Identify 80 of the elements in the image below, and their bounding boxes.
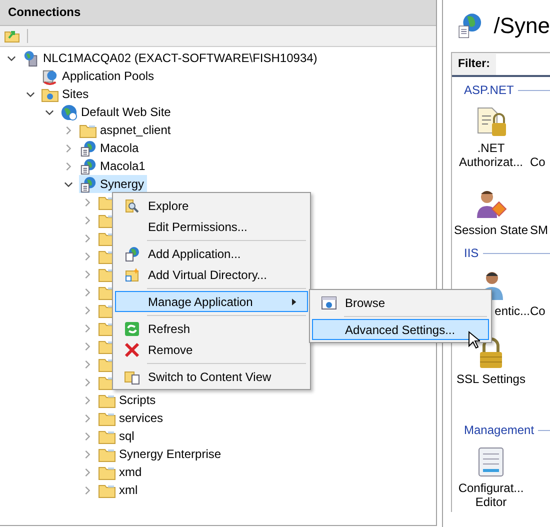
menu-item[interactable]: Browse <box>312 292 489 313</box>
mouse-pointer-icon <box>468 331 480 349</box>
panel-title: Connections <box>0 0 436 26</box>
expand-chevron-icon[interactable] <box>82 396 92 404</box>
feature-label[interactable]: entic... <box>494 301 530 321</box>
feature-label[interactable]: .NET Authorizat... <box>458 138 524 172</box>
folder-star-icon <box>124 266 140 282</box>
expand-chevron-icon[interactable] <box>82 414 92 422</box>
tree-item[interactable]: Sites <box>41 85 92 103</box>
expand-chevron-icon[interactable] <box>82 432 92 440</box>
expand-chevron-icon[interactable] <box>64 126 72 134</box>
expand-chevron-icon[interactable] <box>82 234 92 242</box>
app-pools-icon <box>41 68 59 84</box>
feature-label[interactable]: Co <box>530 301 546 321</box>
web-app-icon <box>124 246 140 262</box>
tree-item[interactable]: xml <box>98 481 141 499</box>
tree-item[interactable]: services <box>98 409 166 427</box>
menu-item[interactable]: Remove <box>115 339 308 360</box>
person-diamond-icon <box>475 188 507 220</box>
feature-label[interactable]: Co <box>530 152 546 172</box>
expand-chevron-icon[interactable] <box>82 216 92 224</box>
feature-label[interactable]: SSL Settings <box>456 369 526 389</box>
filter-field[interactable] <box>496 54 550 74</box>
expand-chevron-icon[interactable] <box>82 342 92 350</box>
expand-chevron-icon[interactable] <box>82 360 92 368</box>
group-heading: Management <box>464 423 534 437</box>
expand-chevron-icon[interactable] <box>82 324 92 332</box>
tree-item[interactable]: xmd <box>98 463 145 481</box>
expand-chevron-icon[interactable] <box>82 270 92 278</box>
web-app-icon <box>79 176 97 192</box>
submenu-arrow-icon <box>292 298 297 306</box>
tree-item[interactable]: Scripts <box>98 391 159 409</box>
expand-chevron-icon[interactable] <box>64 144 72 152</box>
expand-chevron-icon[interactable] <box>82 378 92 386</box>
feature-label[interactable]: Configurat... Editor <box>458 478 524 512</box>
tree-item[interactable]: Macola <box>79 139 142 157</box>
menu-item[interactable]: Explore <box>115 195 308 216</box>
refresh-icon <box>124 320 140 336</box>
collapse-chevron-icon[interactable] <box>44 108 54 116</box>
expand-chevron-icon[interactable] <box>82 468 92 476</box>
expand-chevron-icon[interactable] <box>64 162 72 170</box>
web-app-icon <box>79 140 97 156</box>
expand-chevron-icon[interactable] <box>82 252 92 260</box>
tree-item[interactable]: Synergy Enterprise <box>98 445 224 463</box>
expand-chevron-icon[interactable] <box>82 450 92 458</box>
remove-icon <box>124 342 140 358</box>
menu-item[interactable]: Manage Application <box>115 291 308 312</box>
tree-item[interactable]: Macola1 <box>79 157 148 175</box>
page-title: /Syne <box>494 13 550 39</box>
server-globe-icon <box>22 50 40 66</box>
menu-item[interactable]: Refresh <box>115 318 308 339</box>
web-app-icon <box>79 158 97 174</box>
content-view-icon <box>124 368 140 384</box>
feature-label[interactable]: SM <box>530 220 548 240</box>
tree-item[interactable]: Default Web Site <box>60 103 174 121</box>
browser-window-icon <box>321 294 337 310</box>
globe-icon <box>60 104 78 120</box>
group-heading: IIS <box>464 246 479 260</box>
tree-item[interactable]: Synergy <box>79 175 148 193</box>
collapse-chevron-icon[interactable] <box>26 90 34 98</box>
folder-magnifier-icon <box>124 198 140 214</box>
menu-item[interactable]: Edit Permissions... <box>115 216 308 237</box>
expand-chevron-icon[interactable] <box>82 198 92 206</box>
tree-item[interactable]: aspnet_client <box>79 121 174 139</box>
menu-item[interactable]: Add Application... <box>115 243 308 264</box>
menu-item[interactable]: Add Virtual Directory... <box>115 264 308 285</box>
tree-item[interactable]: Application Pools <box>41 67 158 85</box>
expand-chevron-icon[interactable] <box>82 288 92 296</box>
filter-label: Filter: <box>457 58 491 70</box>
document-lock-icon <box>475 106 507 138</box>
tree-item[interactable]: NLC1MACQA02 (EXACT-SOFTWARE\FISH10934) <box>22 49 320 67</box>
menu-item[interactable]: Advanced Settings... <box>312 319 489 340</box>
feature-label[interactable]: Session State <box>454 220 528 240</box>
group-heading: ASP.NET <box>464 83 514 97</box>
menu-item[interactable]: Switch to Content View <box>115 366 308 387</box>
expand-chevron-icon[interactable] <box>82 306 92 314</box>
tree-item[interactable]: sql <box>98 427 138 445</box>
collapse-chevron-icon[interactable] <box>6 54 16 62</box>
collapse-chevron-icon[interactable] <box>64 180 72 188</box>
expand-chevron-icon[interactable] <box>82 486 92 494</box>
